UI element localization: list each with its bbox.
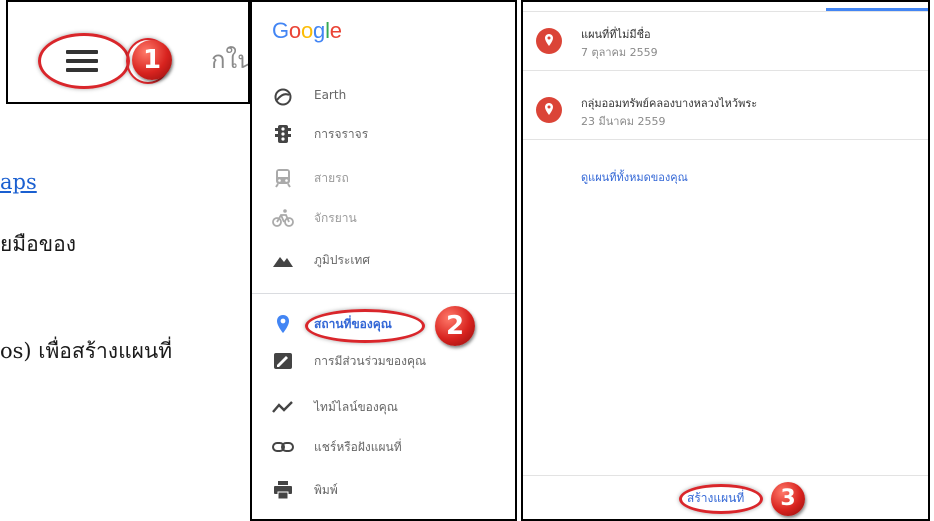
menu-item-label: สายรถ bbox=[314, 171, 349, 185]
print-icon bbox=[274, 481, 292, 500]
google-logo: Google bbox=[272, 18, 342, 43]
divider bbox=[523, 475, 928, 476]
menu-item-label: การมีส่วนร่วมของคุณ bbox=[314, 354, 427, 368]
train-icon bbox=[275, 169, 291, 188]
menu-item-print[interactable]: พิมพ์ bbox=[252, 473, 515, 507]
map-list-item[interactable]: กลุ่มออมทรัพย์คลองบางหลวงไหว้พระ 23 มีนา… bbox=[523, 84, 928, 140]
menu-item-bicycle[interactable]: จักรยาน bbox=[252, 201, 515, 235]
menu-item-label: การจราจร bbox=[314, 127, 369, 141]
menu-item-share-embed[interactable]: แชร์หรือฝังแผนที่ bbox=[252, 430, 515, 464]
doc-text-line: ยมือของ bbox=[0, 232, 76, 256]
map-date: 23 มีนาคม 2559 bbox=[581, 115, 666, 128]
step-badge-2: 2 bbox=[435, 306, 475, 346]
link-icon bbox=[272, 442, 294, 452]
annotation-ring bbox=[679, 484, 763, 514]
map-list-item[interactable]: แผนที่ที่ไม่มีชื่อ 7 ตุลาคม 2559 bbox=[523, 15, 928, 71]
menu-item-label: จักรยาน bbox=[314, 211, 357, 225]
menu-item-label: Earth bbox=[314, 88, 347, 102]
doc-maps-link[interactable]: aps bbox=[0, 170, 37, 194]
bicycle-icon bbox=[272, 209, 294, 227]
earth-icon bbox=[274, 88, 292, 106]
annotation-ring bbox=[305, 309, 425, 343]
terrain-icon bbox=[273, 257, 293, 267]
menu-item-earth[interactable]: Earth bbox=[252, 80, 515, 114]
map-title: กลุ่มออมทรัพย์คลองบางหลวงไหว้พระ bbox=[581, 97, 758, 110]
step1-screenshot-crop: กใน 1 bbox=[6, 0, 250, 104]
traffic-light-icon bbox=[275, 125, 291, 143]
map-title: แผนที่ที่ไม่มีชื่อ bbox=[581, 28, 651, 41]
annotation-ring bbox=[38, 33, 130, 89]
menu-item-transit[interactable]: สายรถ bbox=[252, 161, 515, 195]
google-maps-side-menu: Google Earth การจราจร สายรถ จักรยาน ภูมิ… bbox=[250, 0, 517, 521]
your-maps-panel: แผนที่ที่ไม่มีชื่อ 7 ตุลาคม 2559 กลุ่มออ… bbox=[521, 0, 930, 521]
menu-item-terrain[interactable]: ภูมิประเทศ bbox=[252, 243, 515, 277]
step-badge-1: 1 bbox=[132, 40, 172, 80]
menu-item-label: พิมพ์ bbox=[314, 483, 338, 497]
background-text: กใน bbox=[211, 46, 250, 74]
map-pin-icon bbox=[536, 28, 562, 54]
timeline-icon bbox=[272, 401, 293, 413]
view-all-maps-link[interactable]: ดูแผนที่ทั้งหมดของคุณ bbox=[581, 168, 688, 186]
menu-item-traffic[interactable]: การจราจร bbox=[252, 117, 515, 151]
menu-item-label: แชร์หรือฝังแผนที่ bbox=[314, 440, 402, 454]
menu-item-contributions[interactable]: การมีส่วนร่วมของคุณ bbox=[252, 344, 515, 378]
map-date: 7 ตุลาคม 2559 bbox=[581, 46, 658, 59]
divider bbox=[523, 11, 928, 12]
menu-item-label: ไทม์ไลน์ของคุณ bbox=[314, 400, 398, 414]
step-badge-3: 3 bbox=[771, 482, 805, 516]
menu-divider bbox=[252, 293, 515, 294]
place-pin-icon bbox=[277, 315, 289, 333]
contribution-icon bbox=[274, 353, 292, 369]
menu-item-label: ภูมิประเทศ bbox=[314, 253, 370, 267]
menu-item-timeline[interactable]: ไทม์ไลน์ของคุณ bbox=[252, 390, 515, 424]
map-pin-icon bbox=[536, 97, 562, 123]
doc-text-line: os) เพื่อสร้างแผนที่ bbox=[0, 339, 173, 363]
